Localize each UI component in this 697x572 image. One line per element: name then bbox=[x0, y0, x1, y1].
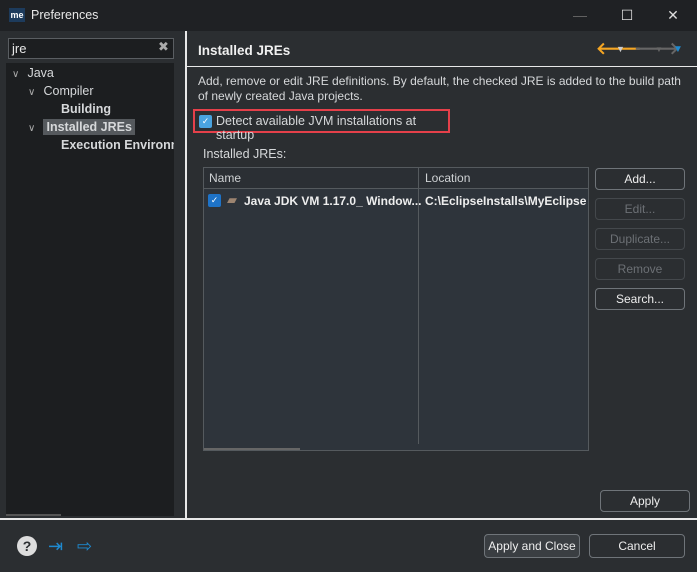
divider bbox=[187, 66, 697, 67]
column-header-name[interactable]: Name bbox=[209, 171, 241, 185]
view-menu-icon[interactable]: ▼ bbox=[673, 44, 683, 55]
tree-scrollbar[interactable] bbox=[6, 514, 61, 516]
tree-item-building[interactable]: Building bbox=[61, 102, 111, 116]
column-divider[interactable] bbox=[418, 168, 419, 444]
chevron-down-icon: ∨ bbox=[12, 69, 20, 80]
apply-and-close-button[interactable]: Apply and Close bbox=[484, 534, 580, 558]
export-icon[interactable]: ⇨ bbox=[77, 536, 99, 556]
horizontal-scrollbar[interactable] bbox=[204, 448, 300, 450]
jre-table[interactable]: Name Location ✓ ▰ Java JDK VM 1.17.0_ Wi… bbox=[203, 167, 589, 451]
sash[interactable] bbox=[185, 31, 187, 519]
table-header: Name Location bbox=[204, 168, 588, 189]
tree-item-installed-jres[interactable]: ∨ Installed JREs bbox=[28, 119, 135, 135]
back-dropdown-icon[interactable]: ▼ bbox=[616, 44, 625, 54]
divider bbox=[0, 518, 697, 520]
close-button[interactable]: ✕ bbox=[658, 4, 688, 26]
tree-item-execution-environments[interactable]: Execution Environments bbox=[61, 138, 174, 152]
jre-library-icon: ▰ bbox=[227, 192, 237, 207]
checkbox-checked-icon[interactable]: ✓ bbox=[199, 115, 212, 128]
preference-tree: ∨ Java ∨ Compiler Building ∨ Installed J… bbox=[6, 63, 174, 516]
tree-item-java[interactable]: ∨ Java bbox=[12, 66, 54, 80]
column-header-location[interactable]: Location bbox=[425, 171, 470, 185]
app-logo: me bbox=[9, 8, 25, 22]
forward-dropdown-icon[interactable]: ▼ bbox=[655, 45, 663, 54]
jre-location: C:\EclipseInstalls\MyEclipse CI bbox=[425, 194, 587, 208]
tree-item-compiler[interactable]: ∨ Compiler bbox=[28, 84, 94, 98]
window-title: Preferences bbox=[31, 8, 99, 22]
apply-button[interactable]: Apply bbox=[600, 490, 690, 512]
help-icon[interactable]: ? bbox=[17, 536, 37, 556]
detect-jvm-checkbox[interactable]: ✓ Detect available JVM installations at … bbox=[193, 109, 450, 142]
minimize-button[interactable]: — bbox=[565, 4, 595, 26]
jre-name: Java JDK VM 1.17.0_ Window... bbox=[244, 194, 422, 208]
chevron-down-icon: ∨ bbox=[28, 123, 36, 134]
search-button[interactable]: Search... bbox=[595, 288, 685, 310]
clear-icon[interactable]: ✖ bbox=[158, 39, 169, 55]
cancel-button[interactable]: Cancel bbox=[589, 534, 685, 558]
table-label: Installed JREs: bbox=[203, 147, 287, 161]
import-icon[interactable]: ⇥ bbox=[48, 536, 70, 556]
remove-button[interactable]: Remove bbox=[595, 258, 685, 280]
page-title: Installed JREs bbox=[198, 43, 291, 58]
chevron-down-icon: ∨ bbox=[28, 87, 36, 98]
duplicate-button[interactable]: Duplicate... bbox=[595, 228, 685, 250]
add-button[interactable]: Add... bbox=[595, 168, 685, 190]
maximize-button[interactable]: ☐ bbox=[612, 4, 642, 26]
filter-input[interactable]: jre bbox=[8, 38, 174, 59]
row-checkbox[interactable]: ✓ bbox=[208, 194, 221, 207]
page-description: Add, remove or edit JRE definitions. By … bbox=[198, 74, 681, 103]
edit-button[interactable]: Edit... bbox=[595, 198, 685, 220]
